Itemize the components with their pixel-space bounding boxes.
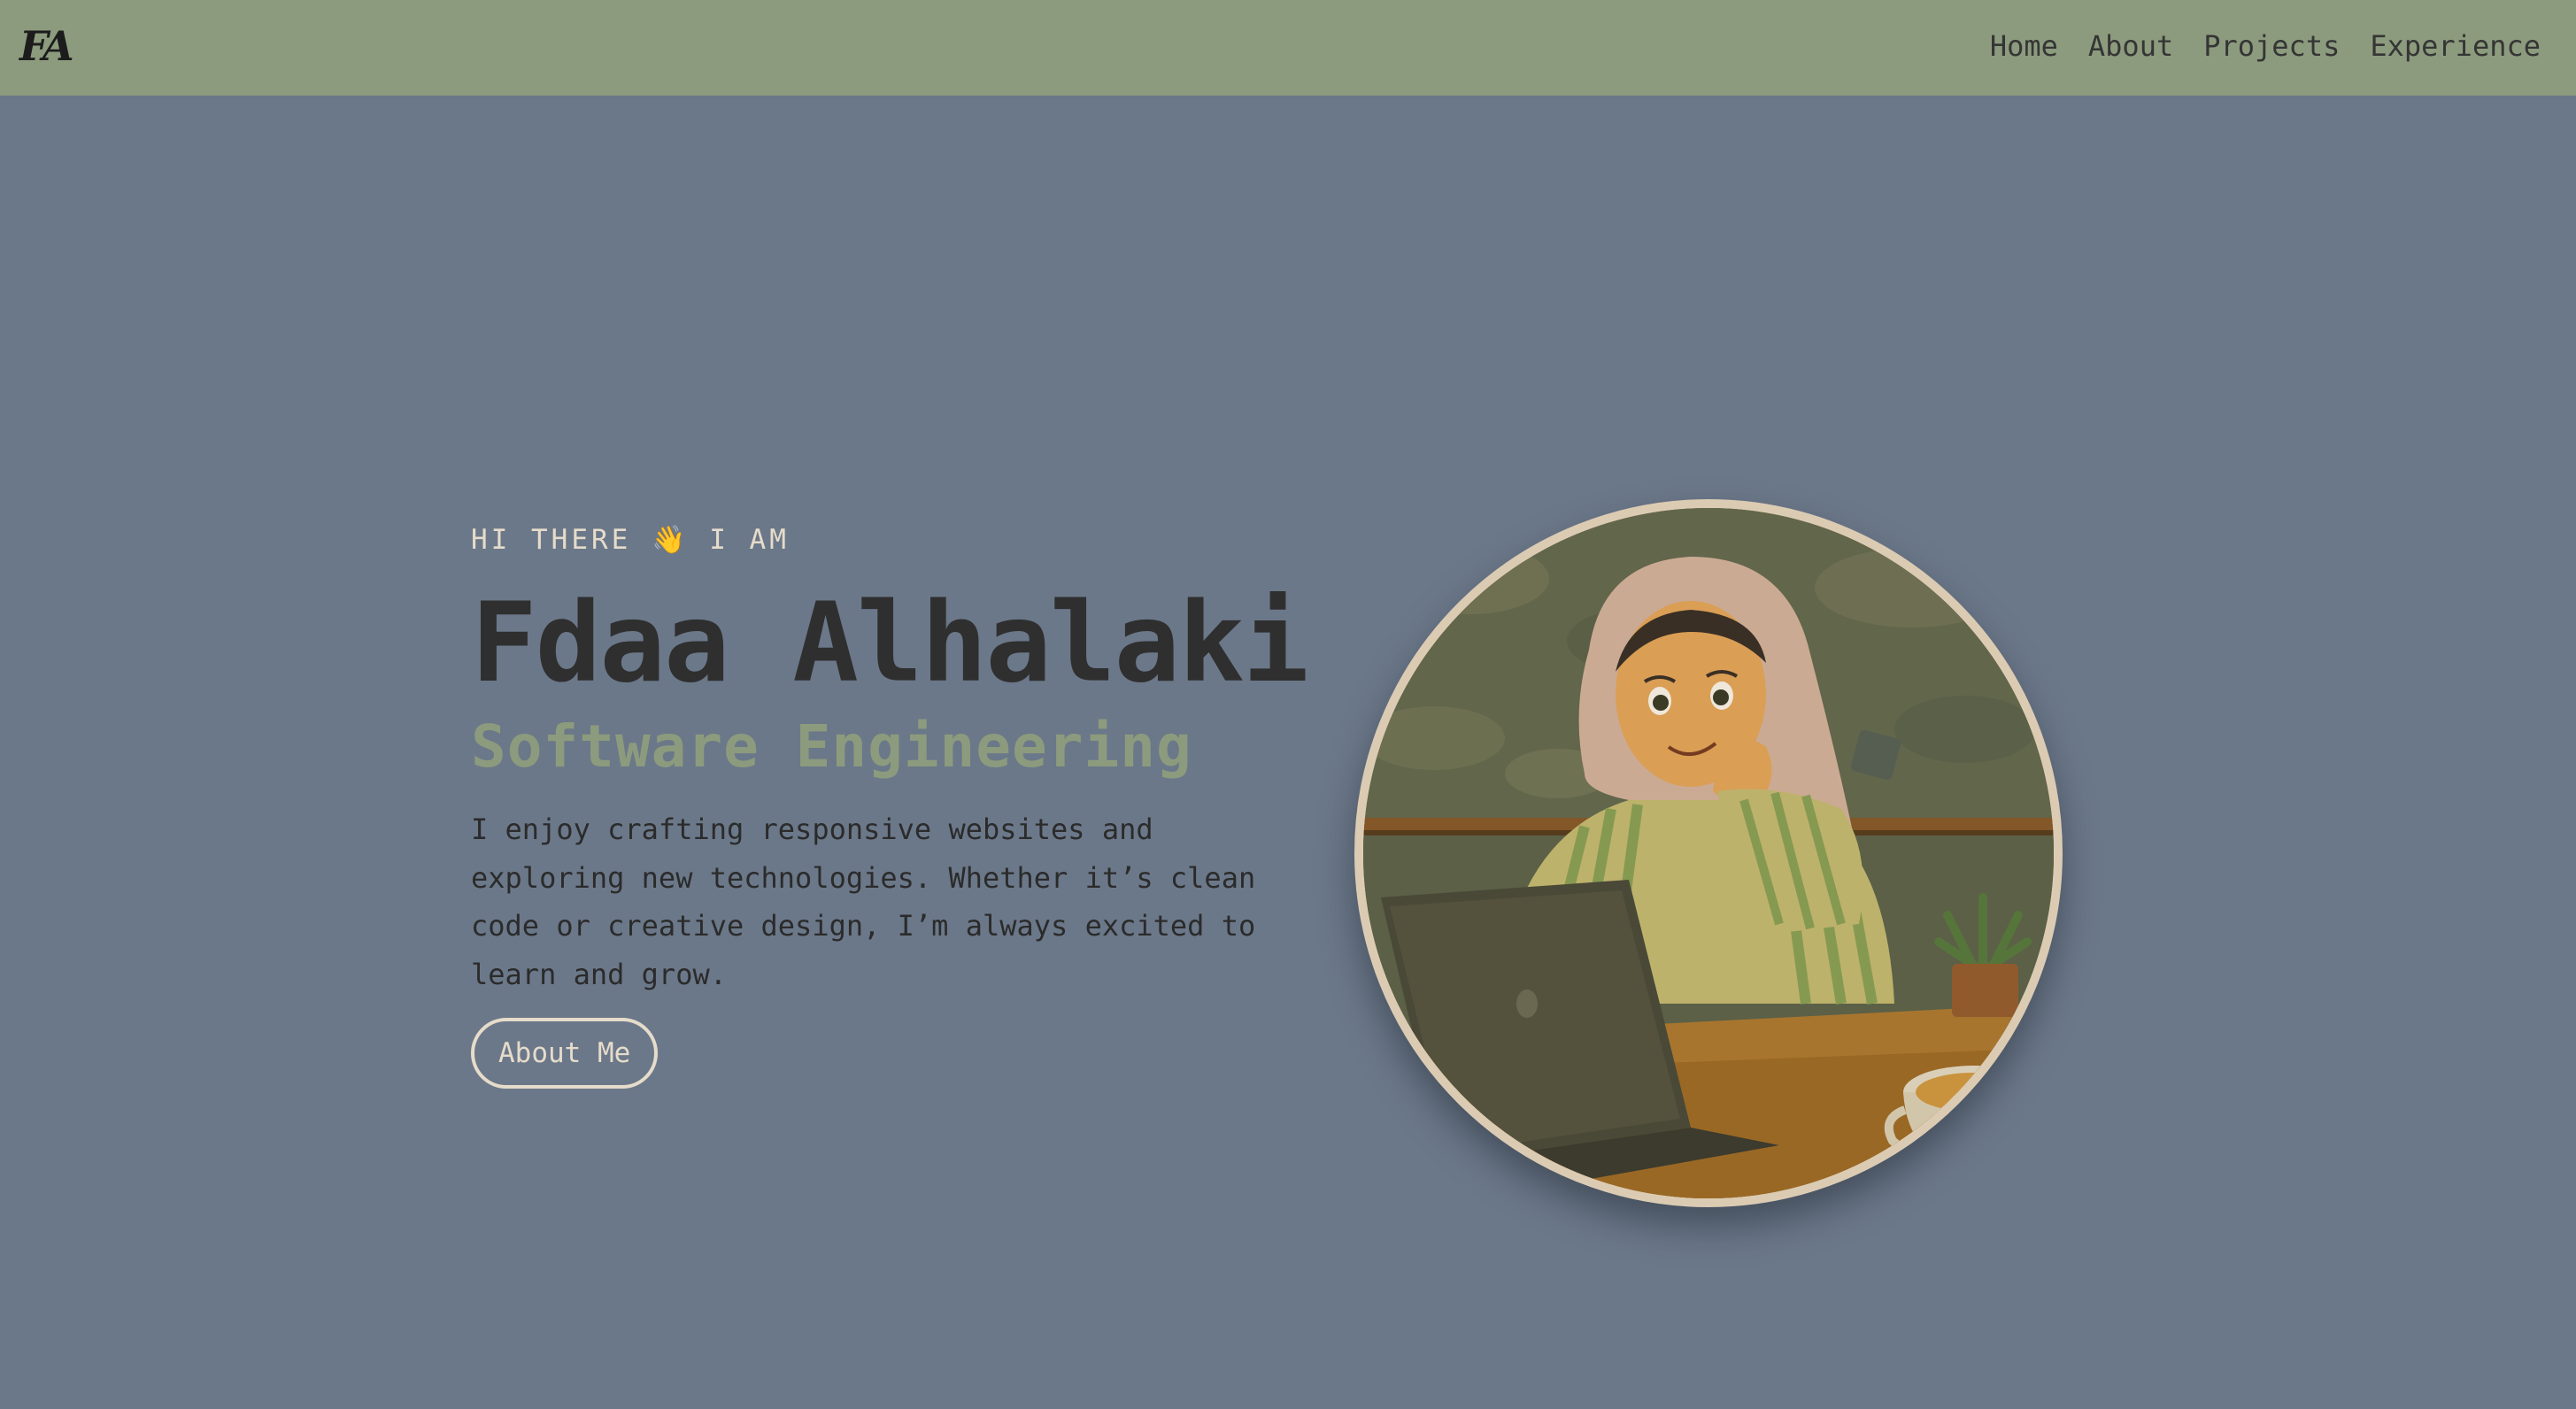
hero-text: HI THERE 👋 I AM Fdaa Alhalaki Software E… [471, 517, 1309, 1089]
hero-greeting: HI THERE 👋 I AM [471, 524, 790, 556]
hero-role: Software Engineering [471, 712, 1192, 781]
avatar-illustration-art [1363, 508, 2054, 1198]
hero-name: Fdaa Alhalaki [471, 580, 1309, 707]
avatar-illustration [1354, 499, 2063, 1207]
about-me-button[interactable]: About Me [471, 1018, 659, 1089]
nav-link-projects[interactable]: Projects [2203, 23, 2340, 69]
main-nav: Home About Projects Experience [1990, 23, 2541, 69]
hero-bio: I enjoy crafting responsive websites and… [471, 812, 1256, 991]
site-logo[interactable]: FA [19, 19, 74, 73]
navbar: FA Home About Projects Experience [0, 0, 2576, 96]
nav-link-about[interactable]: About [2088, 23, 2173, 69]
nav-link-home[interactable]: Home [1990, 23, 2058, 69]
nav-link-experience[interactable]: Experience [2370, 23, 2541, 69]
